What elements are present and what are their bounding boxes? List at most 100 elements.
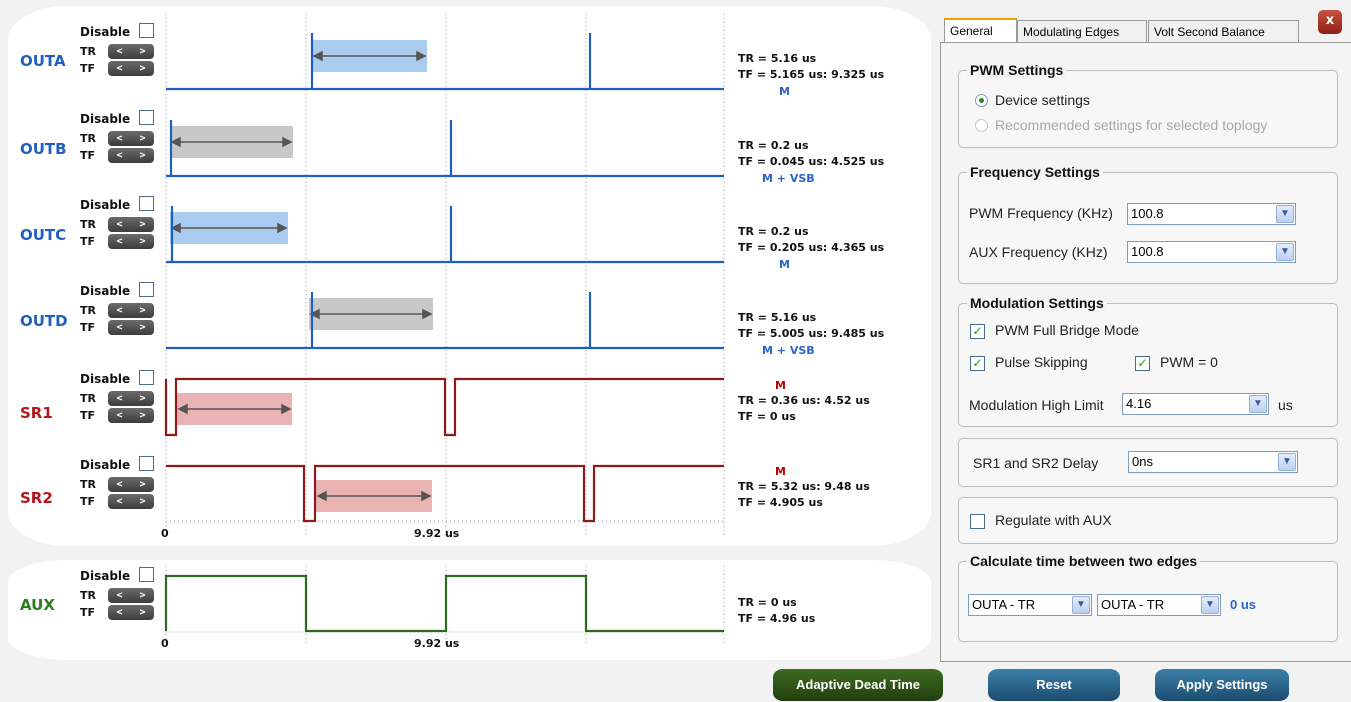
chevron-right-icon[interactable]: > (139, 236, 145, 247)
chevron-right-icon[interactable]: > (139, 607, 145, 618)
outc-disable-checkbox[interactable] (139, 196, 154, 211)
adaptive-dead-time-button[interactable]: Adaptive Dead Time (773, 669, 943, 701)
full-bridge-checkbox[interactable]: ✓ (970, 324, 985, 339)
pwm-frequency-label: PWM Frequency (KHz) (969, 205, 1113, 221)
chevron-left-icon[interactable]: < (116, 479, 122, 490)
sr1-tf-stepper[interactable]: < > (108, 408, 154, 423)
calc-title: Calculate time between two edges (967, 553, 1201, 569)
sr2-disable-checkbox[interactable] (139, 456, 154, 471)
outd-disable-label: Disable (80, 284, 131, 298)
edge1-select[interactable]: OUTA - TR ▼ (968, 594, 1092, 616)
sr1-disable-checkbox[interactable] (139, 370, 154, 385)
outb-tf-stepper[interactable]: < > (108, 148, 154, 163)
chevron-left-icon[interactable]: < (116, 305, 122, 316)
recommended-settings-radio[interactable] (975, 119, 988, 132)
outa-timing-line1: TR = 5.16 us (738, 52, 817, 65)
chevron-right-icon[interactable]: > (139, 133, 145, 144)
aux-timing-line1: TR = 0 us (738, 596, 797, 609)
outd-tr-stepper[interactable]: < > (108, 303, 154, 318)
chevron-right-icon[interactable]: > (139, 590, 145, 601)
chevron-down-icon[interactable]: ▼ (1276, 243, 1294, 261)
chevron-down-icon[interactable]: ▼ (1072, 596, 1090, 614)
chevron-left-icon[interactable]: < (116, 322, 122, 333)
outa-tf-stepper[interactable]: < > (108, 61, 154, 76)
chevron-left-icon[interactable]: < (116, 150, 122, 161)
aux-tr-stepper[interactable]: < > (108, 588, 154, 603)
aux-tf-stepper[interactable]: < > (108, 605, 154, 620)
tab-volt-second-balance[interactable]: Volt Second Balance (1148, 20, 1299, 42)
chevron-right-icon[interactable]: > (139, 305, 145, 316)
chevron-right-icon[interactable]: > (139, 150, 145, 161)
edge2-value: OUTA - TR (1101, 597, 1165, 612)
sr1-timing-line1: TR = 0.36 us: 4.52 us (738, 394, 870, 407)
chevron-right-icon[interactable]: > (139, 393, 145, 404)
outd-tf-stepper[interactable]: < > (108, 320, 154, 335)
chevron-right-icon[interactable]: > (139, 219, 145, 230)
chevron-left-icon[interactable]: < (116, 236, 122, 247)
outb-disable-label: Disable (80, 112, 131, 126)
edge1-value: OUTA - TR (972, 597, 1036, 612)
close-button[interactable]: x (1318, 10, 1342, 34)
sr2-name: SR2 (20, 489, 53, 507)
outa-tr-stepper[interactable]: < > (108, 44, 154, 59)
reset-button[interactable]: Reset (988, 669, 1120, 701)
chevron-left-icon[interactable]: < (116, 63, 122, 74)
chevron-left-icon[interactable]: < (116, 410, 122, 421)
apply-settings-button[interactable]: Apply Settings (1155, 669, 1289, 701)
outd-timing-line2: TF = 5.005 us: 9.485 us (738, 327, 885, 340)
sr2-tf-label: TF (80, 495, 96, 508)
sr1-disable-label: Disable (80, 372, 131, 386)
outa-disable-checkbox[interactable] (139, 23, 154, 38)
chevron-down-icon[interactable]: ▼ (1278, 453, 1296, 471)
tab-modulating-edges[interactable]: Modulating Edges (1017, 20, 1147, 42)
sr2-tf-stepper[interactable]: < > (108, 494, 154, 509)
chevron-right-icon[interactable]: > (139, 479, 145, 490)
pulse-skipping-label: Pulse Skipping (995, 354, 1088, 370)
chevron-right-icon[interactable]: > (139, 63, 145, 74)
chevron-down-icon[interactable]: ▼ (1249, 395, 1267, 413)
edge2-select[interactable]: OUTA - TR ▼ (1097, 594, 1221, 616)
chevron-down-icon[interactable]: ▼ (1276, 205, 1294, 223)
outc-tf-label: TF (80, 235, 96, 248)
recommended-settings-label: Recommended settings for selected toplog… (995, 117, 1268, 133)
outd-disable-checkbox[interactable] (139, 282, 154, 297)
chevron-left-icon[interactable]: < (116, 393, 122, 404)
chevron-left-icon[interactable]: < (116, 133, 122, 144)
outc-timing-line2: TF = 0.205 us: 4.365 us (738, 241, 885, 254)
chevron-left-icon[interactable]: < (116, 590, 122, 601)
chevron-left-icon[interactable]: < (116, 219, 122, 230)
chevron-right-icon[interactable]: > (139, 46, 145, 57)
device-settings-radio[interactable] (975, 94, 988, 107)
regulate-aux-checkbox[interactable] (970, 514, 985, 529)
sr2-tr-stepper[interactable]: < > (108, 477, 154, 492)
outa-row: OUTA Disable TR < > TF < > TR = 5.16 us TF = 5.16… (0, 22, 940, 108)
outb-tr-stepper[interactable]: < > (108, 131, 154, 146)
aux-disable-checkbox[interactable] (139, 567, 154, 582)
calc-result: 0 us (1230, 597, 1257, 612)
outb-row: OUTB Disable TR < > TF < > TR = 0.2 us TF = 0.045… (0, 109, 940, 195)
chevron-right-icon[interactable]: > (139, 322, 145, 333)
sr-delay-select[interactable]: 0ns ▼ (1128, 451, 1298, 473)
sr1-row: SR1 Disable TR < > TF < > M TR = 0.36 us: 4.52 us… (0, 369, 940, 455)
chevron-left-icon[interactable]: < (116, 496, 122, 507)
outb-tag: M + VSB (762, 172, 815, 185)
chevron-right-icon[interactable]: > (139, 410, 145, 421)
pulse-skipping-checkbox[interactable]: ✓ (970, 356, 985, 371)
outc-tag: M (779, 258, 790, 271)
tab-general[interactable]: General (944, 18, 1017, 42)
pwm-frequency-select[interactable]: 100.8 ▼ (1127, 203, 1296, 225)
chevron-down-icon[interactable]: ▼ (1201, 596, 1219, 614)
chevron-left-icon[interactable]: < (116, 46, 122, 57)
high-limit-select[interactable]: 4.16 ▼ (1122, 393, 1269, 415)
aux-frequency-select[interactable]: 100.8 ▼ (1127, 241, 1296, 263)
pwm-zero-checkbox[interactable]: ✓ (1135, 356, 1150, 371)
chevron-right-icon[interactable]: > (139, 496, 145, 507)
sr1-tr-label: TR (80, 392, 96, 405)
chevron-left-icon[interactable]: < (116, 607, 122, 618)
outc-tf-stepper[interactable]: < > (108, 234, 154, 249)
outa-name: OUTA (20, 52, 66, 70)
outc-tr-stepper[interactable]: < > (108, 217, 154, 232)
outb-timing-line1: TR = 0.2 us (738, 139, 809, 152)
outb-disable-checkbox[interactable] (139, 110, 154, 125)
sr1-tr-stepper[interactable]: < > (108, 391, 154, 406)
